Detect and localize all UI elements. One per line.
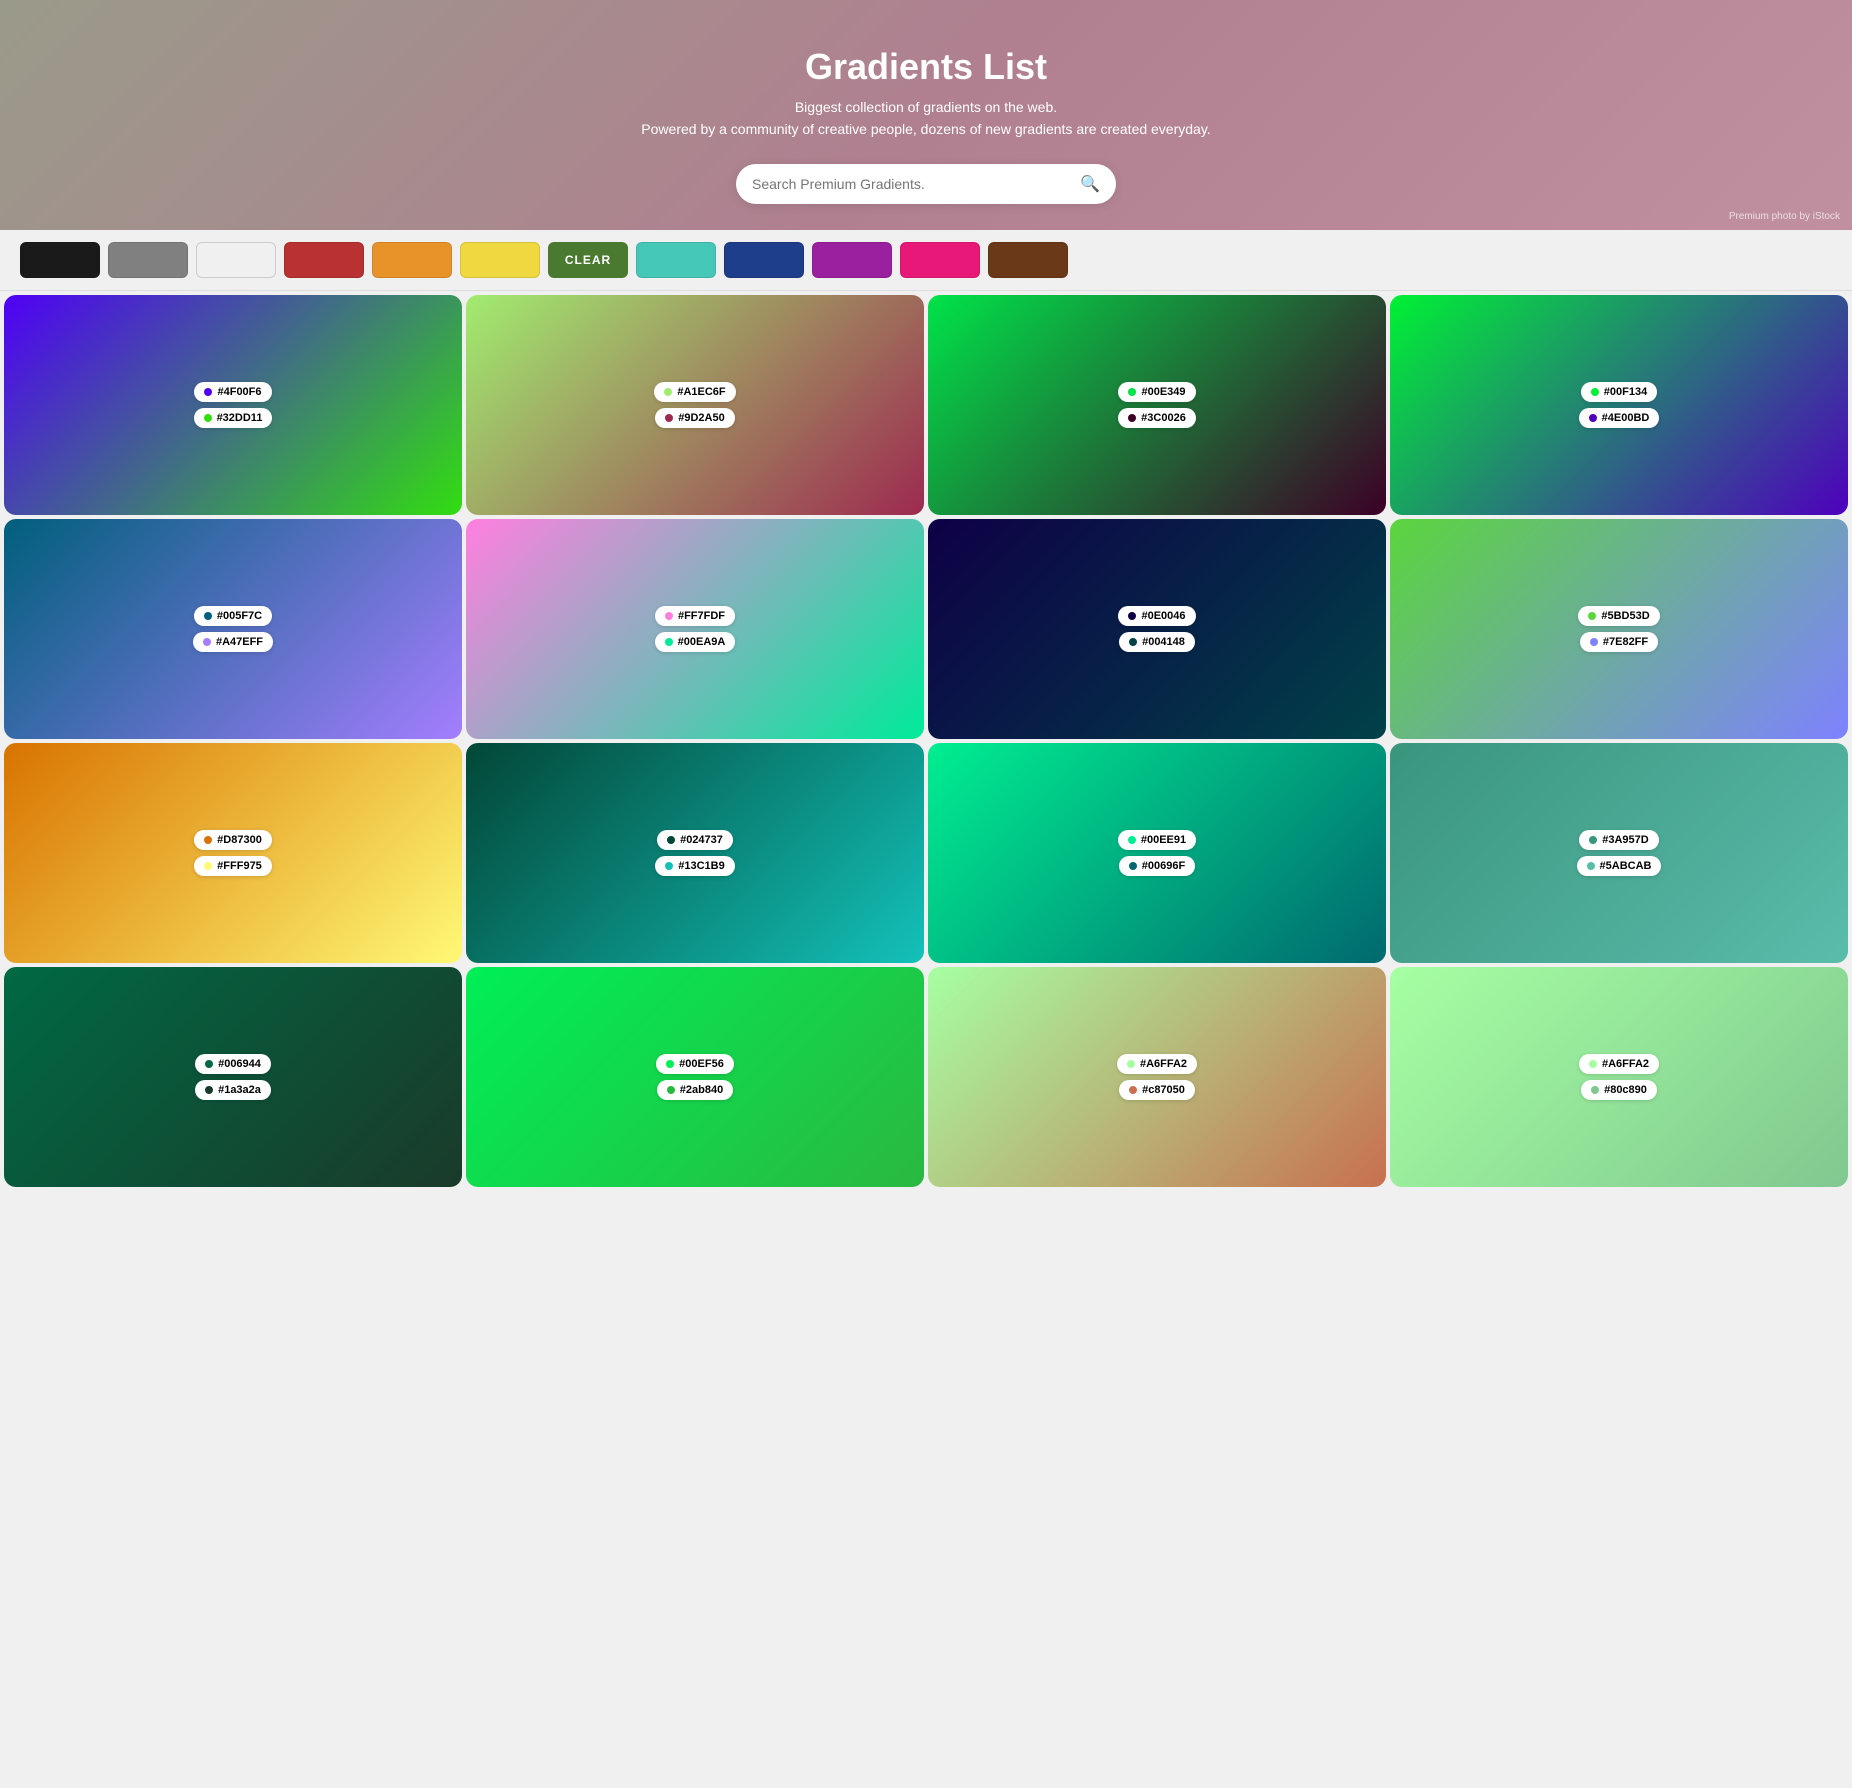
- card-labels: #A1EC6F #9D2A50: [654, 382, 735, 428]
- color-label-top: #024737: [657, 830, 733, 850]
- search-icon: 🔍: [1080, 174, 1100, 194]
- gradient-card[interactable]: #D87300 #FFF975: [4, 743, 462, 963]
- gradient-card[interactable]: #00EF56 #2ab840: [466, 967, 924, 1187]
- color-label-bottom: #1a3a2a: [195, 1080, 271, 1100]
- gradient-card[interactable]: #A6FFA2 #c87050: [928, 967, 1386, 1187]
- gradient-card[interactable]: #00EE91 #00696F: [928, 743, 1386, 963]
- color-label-bottom: #A47EFF: [193, 632, 273, 652]
- filter-purple[interactable]: [812, 242, 892, 278]
- gradient-card[interactable]: #024737 #13C1B9: [466, 743, 924, 963]
- color-label-bottom: #3C0026: [1118, 408, 1196, 428]
- gradient-card[interactable]: #00E349 #3C0026: [928, 295, 1386, 515]
- color-label-bottom: #80c890: [1581, 1080, 1657, 1100]
- color-label-top: #A1EC6F: [654, 382, 735, 402]
- color-label-bottom: #7E82FF: [1580, 632, 1658, 652]
- color-label-bottom: #00EA9A: [655, 632, 736, 652]
- hero-subtitle: Biggest collection of gradients on the w…: [641, 96, 1210, 141]
- gradient-card[interactable]: #A6FFA2 #80c890: [1390, 967, 1848, 1187]
- color-label-bottom: #00696F: [1119, 856, 1195, 876]
- color-label-top: #00E349: [1118, 382, 1195, 402]
- filter-blue[interactable]: [724, 242, 804, 278]
- color-label-top: #3A957D: [1579, 830, 1658, 850]
- hero-section: Gradients List Biggest collection of gra…: [0, 0, 1852, 230]
- gradient-grid: #4F00F6 #32DD11 #A1EC6F #9D2A50 #00E349 #3C00…: [0, 291, 1852, 1191]
- gradient-card[interactable]: #5BD53D #7E82FF: [1390, 519, 1848, 739]
- color-label-top: #A6FFA2: [1117, 1054, 1197, 1074]
- card-labels: #024737 #13C1B9: [655, 830, 734, 876]
- color-label-bottom: #004148: [1119, 632, 1195, 652]
- gradient-card[interactable]: #005F7C #A47EFF: [4, 519, 462, 739]
- color-label-bottom: #32DD11: [194, 408, 273, 428]
- clear-button[interactable]: CLEAR: [548, 242, 628, 278]
- gradient-card[interactable]: #3A957D #5ABCAB: [1390, 743, 1848, 963]
- color-label-top: #00F134: [1581, 382, 1657, 402]
- card-labels: #00EE91 #00696F: [1118, 830, 1196, 876]
- credit-text: Premium photo by iStock: [1729, 211, 1840, 222]
- color-label-bottom: #9D2A50: [655, 408, 734, 428]
- color-label-top: #006944: [195, 1054, 271, 1074]
- color-label-bottom: #2ab840: [657, 1080, 733, 1100]
- filter-bar: CLEAR: [0, 230, 1852, 291]
- card-labels: #00EF56 #2ab840: [656, 1054, 734, 1100]
- gradient-card[interactable]: #A1EC6F #9D2A50: [466, 295, 924, 515]
- color-label-bottom: #c87050: [1119, 1080, 1195, 1100]
- card-labels: #4F00F6 #32DD11: [194, 382, 273, 428]
- color-label-top: #5BD53D: [1578, 606, 1659, 626]
- gradient-card[interactable]: #FF7FDF #00EA9A: [466, 519, 924, 739]
- color-label-top: #005F7C: [194, 606, 272, 626]
- search-input[interactable]: [752, 176, 1080, 192]
- card-labels: #FF7FDF #00EA9A: [655, 606, 736, 652]
- color-label-bottom: #13C1B9: [655, 856, 734, 876]
- filter-yellow[interactable]: [460, 242, 540, 278]
- color-label-top: #A6FFA2: [1579, 1054, 1659, 1074]
- card-labels: #A6FFA2 #80c890: [1579, 1054, 1659, 1100]
- gradient-card[interactable]: #00F134 #4E00BD: [1390, 295, 1848, 515]
- filter-brown[interactable]: [988, 242, 1068, 278]
- filter-teal[interactable]: [636, 242, 716, 278]
- color-label-bottom: #FFF975: [194, 856, 272, 876]
- card-labels: #0E0046 #004148: [1118, 606, 1195, 652]
- color-label-bottom: #5ABCAB: [1577, 856, 1662, 876]
- card-labels: #5BD53D #7E82FF: [1578, 606, 1659, 652]
- card-labels: #00F134 #4E00BD: [1579, 382, 1660, 428]
- card-labels: #006944 #1a3a2a: [195, 1054, 271, 1100]
- filter-red[interactable]: [284, 242, 364, 278]
- filter-orange[interactable]: [372, 242, 452, 278]
- search-container: 🔍: [736, 164, 1116, 204]
- filter-pink[interactable]: [900, 242, 980, 278]
- filter-black[interactable]: [20, 242, 100, 278]
- card-labels: #005F7C #A47EFF: [193, 606, 273, 652]
- color-label-top: #D87300: [194, 830, 272, 850]
- filter-gray[interactable]: [108, 242, 188, 278]
- card-labels: #3A957D #5ABCAB: [1577, 830, 1662, 876]
- gradient-card[interactable]: #4F00F6 #32DD11: [4, 295, 462, 515]
- color-label-top: #0E0046: [1118, 606, 1195, 626]
- card-labels: #A6FFA2 #c87050: [1117, 1054, 1197, 1100]
- color-label-top: #4F00F6: [194, 382, 271, 402]
- gradient-card[interactable]: #0E0046 #004148: [928, 519, 1386, 739]
- card-labels: #00E349 #3C0026: [1118, 382, 1196, 428]
- color-label-top: #FF7FDF: [655, 606, 735, 626]
- color-label-bottom: #4E00BD: [1579, 408, 1660, 428]
- color-label-top: #00EE91: [1118, 830, 1196, 850]
- page-title: Gradients List: [805, 46, 1047, 88]
- gradient-card[interactable]: #006944 #1a3a2a: [4, 967, 462, 1187]
- filter-white[interactable]: [196, 242, 276, 278]
- color-label-top: #00EF56: [656, 1054, 734, 1074]
- card-labels: #D87300 #FFF975: [194, 830, 272, 876]
